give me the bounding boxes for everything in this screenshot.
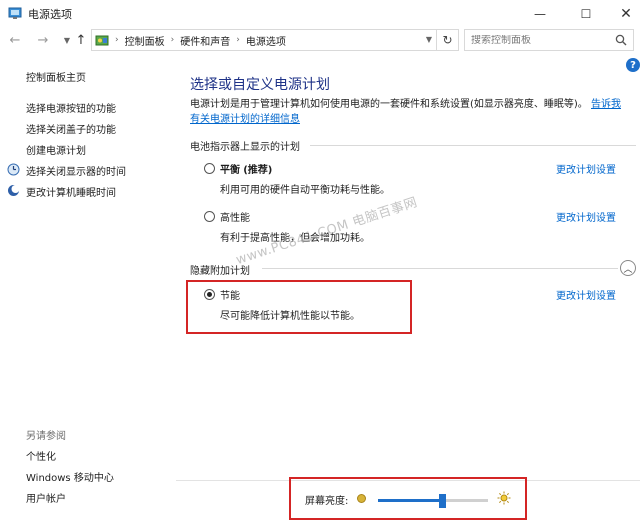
maximize-icon: ☐ [580,6,592,21]
left-pane: 控制面板主页 选择电源按钮的功能 选择关闭盖子的功能 创建电源计划 选择关闭显示… [0,52,176,522]
title-bar: 电源选项 — ☐ ✕ [0,0,640,27]
power-options-icon [8,7,22,19]
address-dropdown-icon[interactable]: ▼ [426,35,432,44]
search-input[interactable] [471,34,611,46]
high-performance-radio[interactable] [204,211,215,222]
control-panel-home-link[interactable]: 控制面板主页 [26,69,86,84]
plan-name: 平衡 (推荐) [220,165,273,176]
forward-arrow-icon: → [37,32,49,48]
plan-name: 高性能 [220,213,250,224]
breadcrumb-separator-icon: › [236,35,240,45]
user-accounts-link[interactable]: 用户帐户 [26,490,66,505]
close-icon: ✕ [620,5,632,22]
description-text: 电源计划是用于管理计算机如何使用电源的一套硬件和系统设置(如显示器亮度、睡眠等)… [190,99,588,110]
create-power-plan-link[interactable]: 创建电源计划 [26,142,86,157]
minimize-icon: — [534,6,546,21]
brightness-highlight [289,477,527,520]
close-button[interactable]: ✕ [606,0,640,27]
chevron-down-icon: ▼ [63,35,71,45]
window-title: 电源选项 [28,8,72,21]
battery-plans-heading: 电池指示器上显示的计划 [190,142,300,153]
change-plan-settings-balanced[interactable]: 更改计划设置 [556,161,616,176]
navigation-bar: ← → ▼ ↑ › 控制面板 › 硬件和声音 › 电源选项 ▼ ↻ [0,28,640,52]
personalization-link[interactable]: 个性化 [26,448,56,463]
see-also-heading: 另请参阅 [26,431,66,442]
help-icon[interactable]: ? [626,58,640,72]
change-plan-settings-high-performance[interactable]: 更改计划设置 [556,209,616,224]
minimize-button[interactable]: — [520,0,560,27]
breadcrumb-separator-icon: › [170,35,175,45]
divider [262,268,618,269]
power-button-function-link[interactable]: 选择电源按钮的功能 [26,100,116,115]
forward-button[interactable]: → [34,31,52,49]
breadcrumb-separator-icon: › [115,35,119,45]
search-box[interactable] [464,29,634,51]
divider [310,145,636,146]
collapse-hidden-plans-button[interactable]: ︿ [620,260,636,276]
display-off-time-link[interactable]: 选择关闭显示器的时间 [26,163,126,178]
power-saver-highlight [186,280,412,334]
back-button[interactable]: ← [6,31,24,49]
refresh-button[interactable]: ↻ [436,30,458,50]
back-arrow-icon: ← [9,32,21,48]
lid-close-function-link[interactable]: 选择关闭盖子的功能 [26,121,116,136]
address-bar[interactable]: › 控制面板 › 硬件和声音 › 电源选项 ▼ ↻ [91,29,459,51]
breadcrumb-power-options[interactable]: 电源选项 [246,33,286,48]
maximize-button[interactable]: ☐ [566,0,606,27]
breadcrumb-control-panel[interactable]: 控制面板 [125,33,165,48]
display-timer-icon [7,163,20,176]
control-panel-icon [95,35,109,46]
page-description: 电源计划是用于管理计算机如何使用电源的一套硬件和系统设置(如显示器亮度、睡眠等)… [190,97,630,127]
balanced-radio[interactable] [204,163,215,174]
change-plan-settings-power-saver[interactable]: 更改计划设置 [556,287,616,302]
up-arrow-icon: ↑ [75,32,87,48]
refresh-icon: ↻ [442,33,453,47]
chevron-up-icon: ︿ [623,264,633,275]
sleep-moon-icon [8,185,20,196]
sleep-time-link[interactable]: 更改计算机睡眠时间 [26,184,116,199]
breadcrumb-hardware-sound[interactable]: 硬件和声音 [180,33,230,48]
page-title: 选择或自定义电源计划 [190,77,330,93]
mobility-center-link[interactable]: Windows 移动中心 [26,469,114,484]
plan-description: 利用可用的硬件自动平衡功耗与性能。 [220,185,390,196]
up-button[interactable]: ↑ [72,31,90,49]
search-icon[interactable] [615,34,627,46]
